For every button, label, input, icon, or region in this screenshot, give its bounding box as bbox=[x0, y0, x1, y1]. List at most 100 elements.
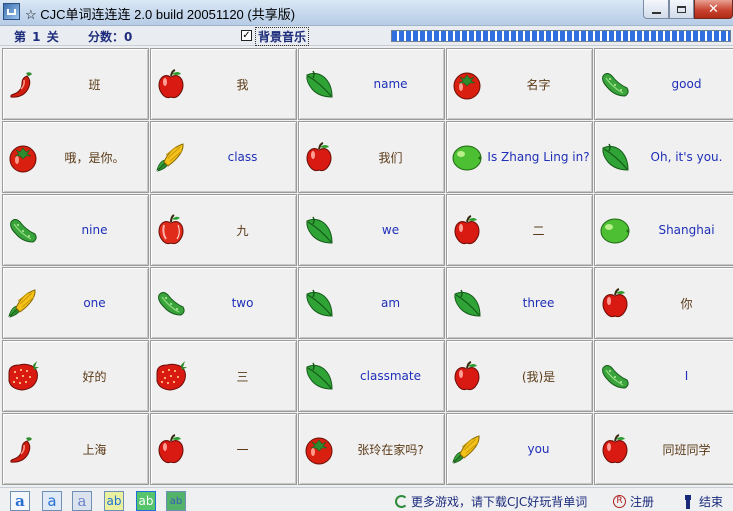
font-style-button-3[interactable]: a bbox=[72, 491, 92, 511]
tile-29[interactable]: you bbox=[446, 413, 593, 485]
score-label: 分数：0 bbox=[88, 30, 133, 44]
lime-icon bbox=[450, 140, 484, 174]
quit-button[interactable]: 结束 bbox=[683, 493, 723, 510]
app-icon[interactable] bbox=[3, 3, 20, 20]
refresh-icon bbox=[395, 495, 408, 508]
maximize-button[interactable] bbox=[669, 0, 694, 19]
font-style-button-6[interactable]: ab bbox=[166, 491, 186, 511]
tile-word: 你 bbox=[680, 296, 693, 311]
red-apple-icon bbox=[154, 67, 188, 101]
tile-13[interactable]: we bbox=[298, 194, 445, 266]
tile-25[interactable]: I bbox=[594, 340, 733, 412]
tile-word: we bbox=[381, 223, 400, 237]
green-leaf-icon bbox=[302, 213, 336, 247]
lime-icon bbox=[598, 213, 632, 247]
tile-word: 同班同学 bbox=[662, 442, 711, 457]
tile-word: two bbox=[231, 296, 254, 310]
tile-11[interactable]: nine bbox=[2, 194, 149, 266]
font-style-button-2[interactable]: a bbox=[42, 491, 62, 511]
green-leaf-icon bbox=[302, 67, 336, 101]
font-style-button-1[interactable]: a bbox=[10, 491, 30, 511]
title-bar: ☆ CJC单词连连连 2.0 build 20051120 (共享版) ✕ bbox=[0, 0, 733, 26]
quit-label: 结束 bbox=[699, 495, 724, 509]
minimize-button[interactable] bbox=[643, 0, 669, 19]
tile-word: you bbox=[527, 442, 550, 456]
tile-8[interactable]: 我们 bbox=[298, 121, 445, 193]
tile-22[interactable]: 三 bbox=[150, 340, 297, 412]
tile-12[interactable]: 九 bbox=[150, 194, 297, 266]
corn-icon bbox=[154, 140, 188, 174]
tile-word: 我们 bbox=[378, 150, 403, 165]
tile-9[interactable]: Is Zhang Ling in? bbox=[446, 121, 593, 193]
music-label[interactable]: 背景音乐 bbox=[255, 27, 310, 46]
tile-21[interactable]: 好的 bbox=[2, 340, 149, 412]
tile-27[interactable]: 一 bbox=[150, 413, 297, 485]
more-games-link[interactable]: 更多游戏，请下载CJC好玩背单词 bbox=[395, 493, 587, 510]
red-apple-icon bbox=[598, 286, 632, 320]
tile-5[interactable]: good bbox=[594, 48, 733, 120]
cucumber-icon bbox=[598, 359, 632, 393]
font-style-button-4[interactable]: ab bbox=[104, 491, 124, 511]
tile-word: (我)是 bbox=[521, 369, 556, 384]
tomato-icon bbox=[450, 67, 484, 101]
window-title: ☆ CJC单词连连连 2.0 build 20051120 (共享版) bbox=[25, 7, 296, 22]
tile-word: nine bbox=[81, 223, 108, 237]
tile-30[interactable]: 同班同学 bbox=[594, 413, 733, 485]
cucumber-icon bbox=[6, 213, 40, 247]
tile-19[interactable]: three bbox=[446, 267, 593, 339]
tile-word: Shanghai bbox=[658, 223, 715, 237]
tile-2[interactable]: 我 bbox=[150, 48, 297, 120]
red-apple-icon bbox=[450, 359, 484, 393]
red-apple-icon bbox=[302, 140, 336, 174]
tile-17[interactable]: two bbox=[150, 267, 297, 339]
tile-1[interactable]: 班 bbox=[2, 48, 149, 120]
tile-26[interactable]: 上海 bbox=[2, 413, 149, 485]
tile-16[interactable]: one bbox=[2, 267, 149, 339]
more-games-label: 更多游戏，请下载CJC好玩背单词 bbox=[411, 495, 588, 509]
close-button[interactable]: ✕ bbox=[694, 0, 733, 19]
chili-pepper-icon bbox=[6, 432, 40, 466]
tile-3[interactable]: name bbox=[298, 48, 445, 120]
tile-word: I bbox=[684, 369, 689, 383]
tile-word: 三 bbox=[236, 369, 249, 384]
tomato-icon bbox=[6, 140, 40, 174]
tile-word: 二 bbox=[532, 223, 545, 238]
tile-24[interactable]: (我)是 bbox=[446, 340, 593, 412]
cucumber-icon bbox=[154, 286, 188, 320]
tile-23[interactable]: classmate bbox=[298, 340, 445, 412]
tile-20[interactable]: 你 bbox=[594, 267, 733, 339]
tile-7[interactable]: class bbox=[150, 121, 297, 193]
corn-icon bbox=[450, 432, 484, 466]
tile-grid: 班 我 name 名字 good 哦，是你。 class 我们 Is Zhang Ling in… bbox=[2, 48, 733, 486]
registered-icon: R bbox=[613, 495, 626, 508]
tile-4[interactable]: 名字 bbox=[446, 48, 593, 120]
tile-10[interactable]: Oh, it's you. bbox=[594, 121, 733, 193]
tile-18[interactable]: am bbox=[298, 267, 445, 339]
tile-word: 好的 bbox=[82, 369, 107, 384]
tile-28[interactable]: 张玲在家吗? bbox=[298, 413, 445, 485]
red-apple-icon bbox=[154, 432, 188, 466]
register-button[interactable]: R 注册 bbox=[613, 493, 654, 510]
tile-word: name bbox=[373, 77, 408, 91]
green-leaf-icon bbox=[302, 359, 336, 393]
tile-14[interactable]: 二 bbox=[446, 194, 593, 266]
progress-fill bbox=[392, 31, 730, 41]
apple-icon bbox=[154, 213, 188, 247]
time-progress-bar bbox=[391, 30, 731, 42]
font-style-button-5[interactable]: ab bbox=[136, 491, 156, 511]
tile-word: 我 bbox=[236, 77, 249, 92]
bottom-toolbar: a a a ab ab ab 更多游戏，请下载CJC好玩背单词 R 注册 结束 bbox=[0, 487, 733, 511]
tile-word: class bbox=[227, 150, 258, 164]
tomato-icon bbox=[302, 432, 336, 466]
tile-15[interactable]: Shanghai bbox=[594, 194, 733, 266]
tile-word: Oh, it's you. bbox=[650, 150, 723, 164]
red-apple-icon bbox=[450, 213, 484, 247]
chili-pepper-icon bbox=[6, 67, 40, 101]
register-label: 注册 bbox=[630, 495, 655, 509]
exit-icon bbox=[683, 494, 693, 509]
music-checkbox[interactable]: ✓ bbox=[241, 30, 252, 41]
tile-6[interactable]: 哦，是你。 bbox=[2, 121, 149, 193]
strawberry-icon bbox=[154, 359, 188, 393]
corn-icon bbox=[6, 286, 40, 320]
tile-word: good bbox=[671, 77, 702, 91]
